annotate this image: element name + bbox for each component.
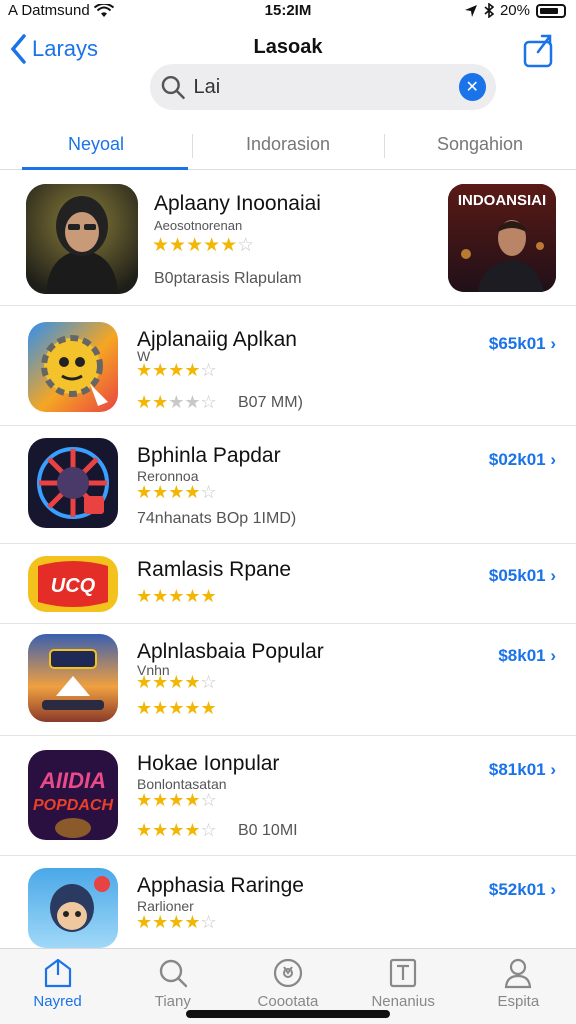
tab-divider xyxy=(384,134,385,158)
price-label: $05k01 xyxy=(488,566,546,585)
app-icon xyxy=(28,322,118,412)
featured-app-title: Aplaany Inoonaiai xyxy=(154,192,321,215)
search-icon xyxy=(161,75,185,100)
status-right: 20% xyxy=(464,2,566,19)
star-rating-secondary: ★★★★☆ xyxy=(136,820,217,840)
app-icon: AIIDIA POPDACH xyxy=(28,750,118,840)
tab-2[interactable]: Indorasion xyxy=(192,122,384,169)
list-item[interactable]: UCQ Ramlasis Rpane ★★★★★ $05k01 › xyxy=(0,544,576,624)
search-bar: ✕ xyxy=(150,64,496,110)
price-label: $52k01 xyxy=(488,880,546,899)
star-rating: ★★★★☆ xyxy=(136,912,217,932)
star-rating-secondary: ★★★★★ xyxy=(136,698,217,718)
battery-percent: 20% xyxy=(499,2,530,19)
tab-divider xyxy=(192,134,193,158)
clear-search-button[interactable]: ✕ xyxy=(458,73,486,101)
arcade-icon xyxy=(390,958,417,988)
price-button[interactable]: $65k01 › xyxy=(489,334,556,354)
svg-text:AIIDIA: AIIDIA xyxy=(39,768,106,793)
battery-icon xyxy=(536,3,566,18)
app-name: Ajplanaiig Aplkan xyxy=(137,328,297,351)
app-meta: B07 MM) xyxy=(238,394,303,411)
app-icon xyxy=(28,868,118,948)
today-icon xyxy=(44,958,71,988)
tabbar-label: Nenanius xyxy=(371,993,435,1010)
star-rating: ★★★★☆ xyxy=(136,790,217,810)
price-button[interactable]: $05k01 › xyxy=(489,566,556,586)
featured-app-meta: B0ptarasis Rlapulam xyxy=(154,270,302,287)
app-meta: 74nhanats BOp 1IMD) xyxy=(137,510,297,527)
bluetooth-icon xyxy=(484,3,494,18)
price-button[interactable]: $81k01 › xyxy=(489,760,556,780)
home-indicator[interactable] xyxy=(186,1010,390,1018)
search-input[interactable] xyxy=(193,75,459,99)
app-icon xyxy=(28,634,118,722)
price-button[interactable]: $02k01 › xyxy=(489,450,556,470)
price-label: $8k01 xyxy=(498,646,546,665)
list-item[interactable]: Ajplanaiig Aplkan W ★★★★☆ ★★★★☆ B07 MM) … xyxy=(0,310,576,426)
tabbar-label: Nayred xyxy=(33,993,82,1010)
location-icon xyxy=(464,4,477,17)
app-name: Bphinla Papdar xyxy=(137,444,281,467)
status-bar: A Datmsund 15:2IM 20% xyxy=(0,0,576,22)
account-icon xyxy=(505,958,532,989)
price-label: $81k01 xyxy=(488,760,546,779)
price-button[interactable]: $52k01 › xyxy=(489,880,556,900)
star-rating: ★★★★☆ xyxy=(136,360,217,380)
app-icon xyxy=(28,438,118,528)
list-item[interactable]: Aplnlasbaia Popular Vnhn ★★★★☆ ★★★★★ $8k… xyxy=(0,624,576,736)
app-name: Aplnlasbaia Popular xyxy=(137,640,324,663)
featured-app[interactable]: Aplaany Inoonaiai Aeosotnorenan ★★★★★☆ B… xyxy=(0,178,576,306)
list-item[interactable]: Bphinla Papdar Reronnoa ★★★★☆ 74nhanats … xyxy=(0,426,576,544)
svg-text:POPDACH: POPDACH xyxy=(33,797,113,814)
tabbar-label: Coootata xyxy=(257,993,319,1010)
app-name: Apphasia Raringe xyxy=(137,874,304,897)
app-meta: B0 10MI xyxy=(238,822,298,839)
search-icon xyxy=(159,959,187,988)
app-icon: UCQ xyxy=(28,556,118,612)
price-label: $02k01 xyxy=(488,450,546,469)
star-rating-secondary: ★★★★☆ xyxy=(136,392,217,412)
app-name: Ramlasis Rpane xyxy=(137,558,292,581)
tab-1[interactable]: Neyoal xyxy=(0,122,192,170)
star-rating: ★★★★★☆ xyxy=(152,235,255,256)
share-icon[interactable] xyxy=(522,32,556,68)
tabbar-item-account[interactable]: Espita xyxy=(461,949,576,1024)
price-label: $65k01 xyxy=(488,334,546,353)
tabbar-label: Tiany xyxy=(154,993,191,1010)
price-button[interactable]: $8k01 › xyxy=(498,646,556,666)
star-rating: ★★★★☆ xyxy=(136,672,217,692)
featured-app-icon xyxy=(26,184,138,294)
featured-app-subtitle: Aeosotnorenan xyxy=(154,218,243,233)
list-item[interactable]: AIIDIA POPDACH Hokae Ionpular Bonlontasa… xyxy=(0,736,576,856)
svg-text:UCQ: UCQ xyxy=(51,575,96,597)
close-icon: ✕ xyxy=(465,79,479,96)
app-name: Hokae Ionpular xyxy=(137,752,280,775)
thumbnail-caption: INDOANSIAI xyxy=(457,192,547,209)
category-tabs: Neyoal Indorasion Songahion xyxy=(0,122,576,170)
star-rating: ★★★★☆ xyxy=(136,482,217,502)
featured-thumbnail[interactable]: INDOANSIAI xyxy=(448,184,556,292)
tabbar-label: Espita xyxy=(497,993,540,1010)
tabbar-item-today[interactable]: Nayred xyxy=(0,949,115,1024)
list-item[interactable]: Apphasia Raringe Rarlioner ★★★★☆ $52k01 … xyxy=(0,856,576,948)
page-title: Lasoak xyxy=(253,36,323,58)
apps-icon xyxy=(273,958,303,988)
star-rating: ★★★★★ xyxy=(136,586,217,606)
tab-3[interactable]: Songahion xyxy=(384,122,576,169)
